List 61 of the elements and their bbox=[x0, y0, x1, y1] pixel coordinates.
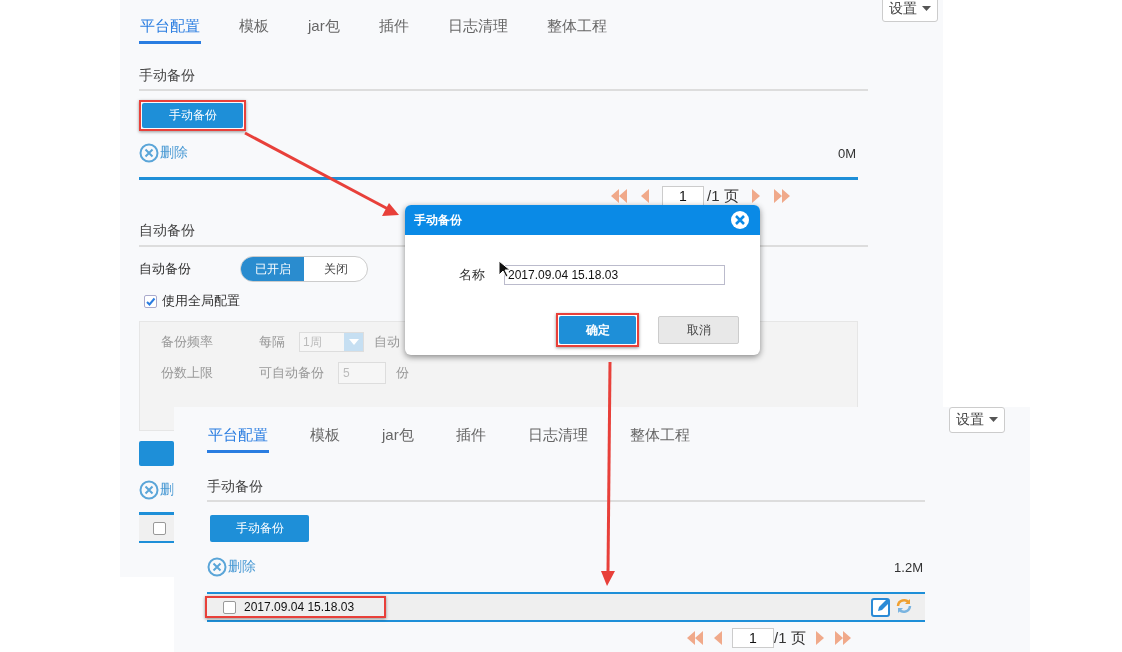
field-label: 可自动备份 bbox=[259, 363, 324, 382]
cross-circle-icon bbox=[139, 480, 159, 500]
tab[interactable]: 插件 bbox=[377, 17, 410, 44]
backup-button[interactable]: 手动备份 bbox=[142, 103, 243, 128]
tab[interactable]: 整体工程 bbox=[545, 17, 608, 44]
tab[interactable]: 模板 bbox=[309, 426, 341, 453]
settings-button[interactable]: 设置 bbox=[949, 407, 1005, 433]
checkbox[interactable] bbox=[223, 600, 236, 614]
field-label: 份 bbox=[396, 363, 409, 382]
checkbox[interactable] bbox=[144, 294, 157, 308]
field-label: 自动备份 bbox=[139, 260, 192, 278]
delete-button[interactable]: 删 bbox=[139, 480, 174, 500]
next-page-button[interactable] bbox=[750, 188, 761, 204]
field-label: 份数上限 bbox=[161, 363, 214, 382]
page-total: /1 页 bbox=[707, 186, 739, 206]
name-input[interactable]: 2017.09.04 15.18.03 bbox=[504, 265, 725, 285]
tab[interactable]: 插件 bbox=[454, 426, 487, 453]
confirm-button[interactable]: 确定 bbox=[559, 316, 636, 344]
toggle-switch[interactable]: 已开启 关闭 bbox=[240, 256, 368, 282]
tab[interactable]: 日志清理 bbox=[526, 426, 589, 453]
tab[interactable]: jar包 bbox=[307, 17, 341, 44]
size-label: 1.2M bbox=[894, 559, 923, 575]
backup-name: 2017.09.04 15.18.03 bbox=[244, 600, 355, 614]
caret-icon bbox=[989, 417, 998, 423]
tab[interactable]: 模板 bbox=[238, 17, 270, 44]
last-page-button[interactable] bbox=[772, 188, 791, 204]
checkbox[interactable] bbox=[153, 521, 166, 535]
last-page-button[interactable] bbox=[833, 630, 852, 646]
tab[interactable]: jar包 bbox=[381, 426, 415, 453]
edit-button[interactable] bbox=[871, 597, 891, 617]
delete-button[interactable]: 删除 bbox=[207, 557, 256, 577]
field-label: 自动 bbox=[374, 332, 400, 351]
page-input[interactable]: 1 bbox=[732, 628, 774, 648]
backup-button[interactable]: 手动备份 bbox=[210, 515, 309, 542]
page-input[interactable]: 1 bbox=[662, 186, 704, 206]
tab[interactable]: 平台配置 bbox=[207, 426, 269, 453]
section-heading: 手动备份 bbox=[207, 476, 925, 502]
section-heading: 手动备份 bbox=[139, 65, 868, 91]
tab[interactable]: 日志清理 bbox=[446, 17, 509, 44]
dropdown-icon bbox=[348, 338, 359, 345]
previous-page-button[interactable] bbox=[640, 188, 650, 204]
settings-button[interactable]: 设置 bbox=[882, 0, 938, 22]
backup-button[interactable] bbox=[139, 441, 174, 466]
field-label: 每隔 bbox=[259, 332, 285, 351]
close-button[interactable] bbox=[730, 210, 750, 230]
tab[interactable]: 整体工程 bbox=[628, 426, 691, 453]
first-page-button[interactable] bbox=[686, 630, 704, 646]
page-total: /1 页 bbox=[774, 628, 806, 648]
field-label: 名称 bbox=[459, 266, 486, 284]
cancel-button[interactable]: 取消 bbox=[658, 316, 739, 344]
cross-circle-icon bbox=[139, 143, 159, 163]
caret-icon bbox=[922, 6, 931, 12]
cross-circle-icon bbox=[207, 557, 227, 577]
cursor-icon bbox=[498, 260, 510, 278]
previous-page-button[interactable] bbox=[713, 630, 723, 646]
size-label: 0M bbox=[837, 145, 856, 161]
tab[interactable]: 平台配置 bbox=[139, 17, 201, 44]
next-page-button[interactable] bbox=[814, 630, 825, 646]
field-label: 备份频率 bbox=[161, 332, 214, 351]
checkbox-label: 使用全局配置 bbox=[162, 292, 240, 310]
delete-button[interactable]: 删除 bbox=[139, 143, 188, 163]
